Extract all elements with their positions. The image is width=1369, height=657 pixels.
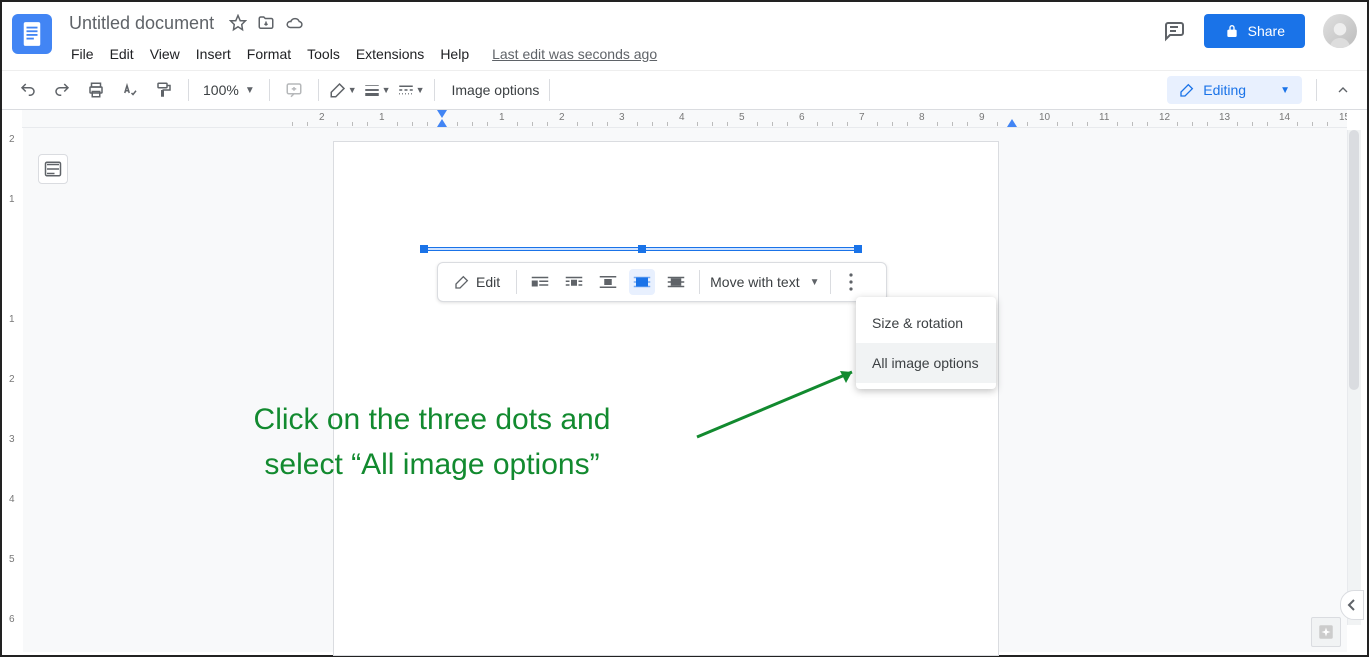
pencil-icon [1179,82,1195,98]
hide-menus-button[interactable] [1331,78,1355,102]
image-options-button[interactable]: Image options [445,82,539,98]
scrollbar-thumb[interactable] [1349,130,1359,390]
toolbar: 100%▼ ▼ ▼ ▼ Image options Editing▼ [2,70,1367,110]
annotation-text: Click on the three dots and select “All … [152,397,712,487]
border-color-button[interactable]: ▼ [329,81,357,99]
three-dots-icon [849,273,853,291]
move-with-text-select[interactable]: Move with text▼ [710,274,819,290]
horizontal-ruler[interactable]: 21123456789101112131415 [22,110,1347,128]
star-icon[interactable] [229,14,247,32]
redo-button[interactable] [48,76,76,104]
wrap-break-button[interactable] [595,269,621,295]
last-edit-link[interactable]: Last edit was seconds ago [492,46,657,62]
vertical-ruler[interactable]: 21123456 [5,128,23,652]
pencil-icon [454,274,470,290]
resize-handle[interactable] [420,245,428,253]
image-options-menu: Size & rotation All image options [856,297,996,389]
wrap-text-button[interactable] [561,269,587,295]
explore-button[interactable] [1311,617,1341,647]
document-outline-button[interactable] [38,154,68,184]
share-button[interactable]: Share [1204,14,1305,48]
wrap-front-button[interactable] [663,269,689,295]
print-button[interactable] [82,76,110,104]
menu-insert[interactable]: Insert [189,42,238,66]
menu-view[interactable]: View [143,42,187,66]
resize-handle[interactable] [638,245,646,253]
wrap-inline-button[interactable] [527,269,553,295]
menu-edit[interactable]: Edit [103,42,141,66]
cloud-status-icon[interactable] [285,14,303,32]
resize-handle[interactable] [854,245,862,253]
menu-file[interactable]: File [64,42,101,66]
share-button-label: Share [1248,23,1285,39]
side-panel-toggle[interactable] [1340,590,1364,620]
edit-image-button[interactable]: Edit [448,270,506,294]
menu-all-image-options[interactable]: All image options [856,343,996,383]
more-options-button[interactable] [841,273,861,291]
menu-extensions[interactable]: Extensions [349,42,431,66]
move-to-folder-icon[interactable] [257,14,275,32]
wrap-behind-button[interactable] [629,269,655,295]
menu-bar: File Edit View Insert Format Tools Exten… [64,40,657,68]
menu-help[interactable]: Help [433,42,476,66]
add-comment-button [280,76,308,104]
border-weight-button[interactable]: ▼ [363,81,391,99]
docs-home-icon[interactable] [12,14,52,54]
vertical-scrollbar[interactable] [1347,130,1361,625]
image-context-toolbar: Edit Move with text▼ [437,262,887,302]
account-avatar[interactable] [1323,14,1357,48]
border-dash-button[interactable]: ▼ [397,81,425,99]
lock-icon [1224,23,1240,39]
undo-button[interactable] [14,76,42,104]
zoom-select[interactable]: 100%▼ [199,82,259,98]
menu-tools[interactable]: Tools [300,42,347,66]
menu-size-rotation[interactable]: Size & rotation [856,303,996,343]
document-title[interactable]: Untitled document [64,11,219,36]
editing-mode-select[interactable]: Editing▼ [1167,76,1302,104]
menu-format[interactable]: Format [240,42,298,66]
paint-format-button[interactable] [150,76,178,104]
spellcheck-button[interactable] [116,76,144,104]
comment-history-icon[interactable] [1162,19,1186,43]
